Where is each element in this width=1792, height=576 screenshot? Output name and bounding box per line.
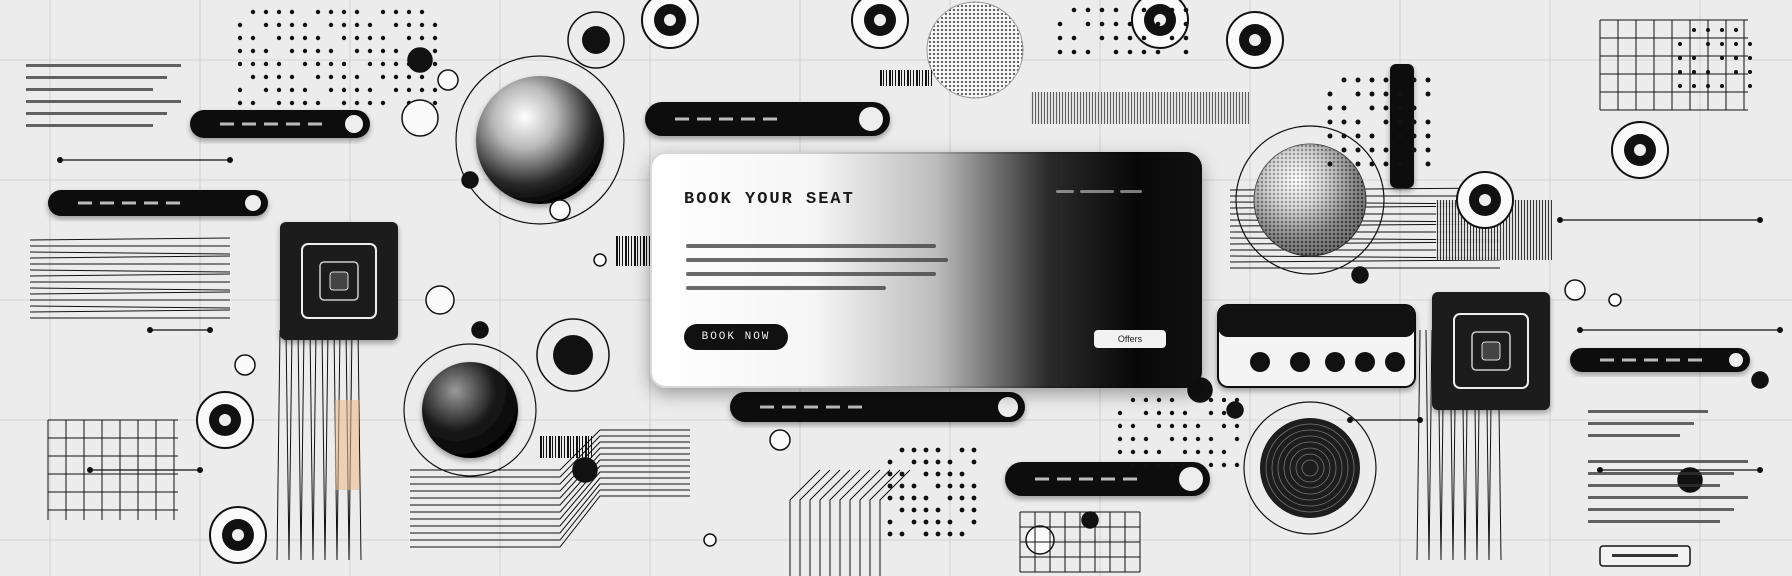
book-now-button[interactable]: BOOK NOW [684,324,788,350]
card-body-placeholder [686,244,936,248]
card-decor-line [1120,190,1142,193]
card-decor-line [1056,190,1074,193]
card-title: BOOK YOUR SEAT [684,190,855,209]
booking-card: BOOK YOUR SEAT BOOK NOW Offers [650,152,1202,388]
card-body-placeholder [686,258,948,262]
card-body-placeholder [686,286,886,290]
card-body-placeholder [686,272,936,276]
offers-badge[interactable]: Offers [1094,330,1166,348]
card-decor-line [1080,190,1114,193]
